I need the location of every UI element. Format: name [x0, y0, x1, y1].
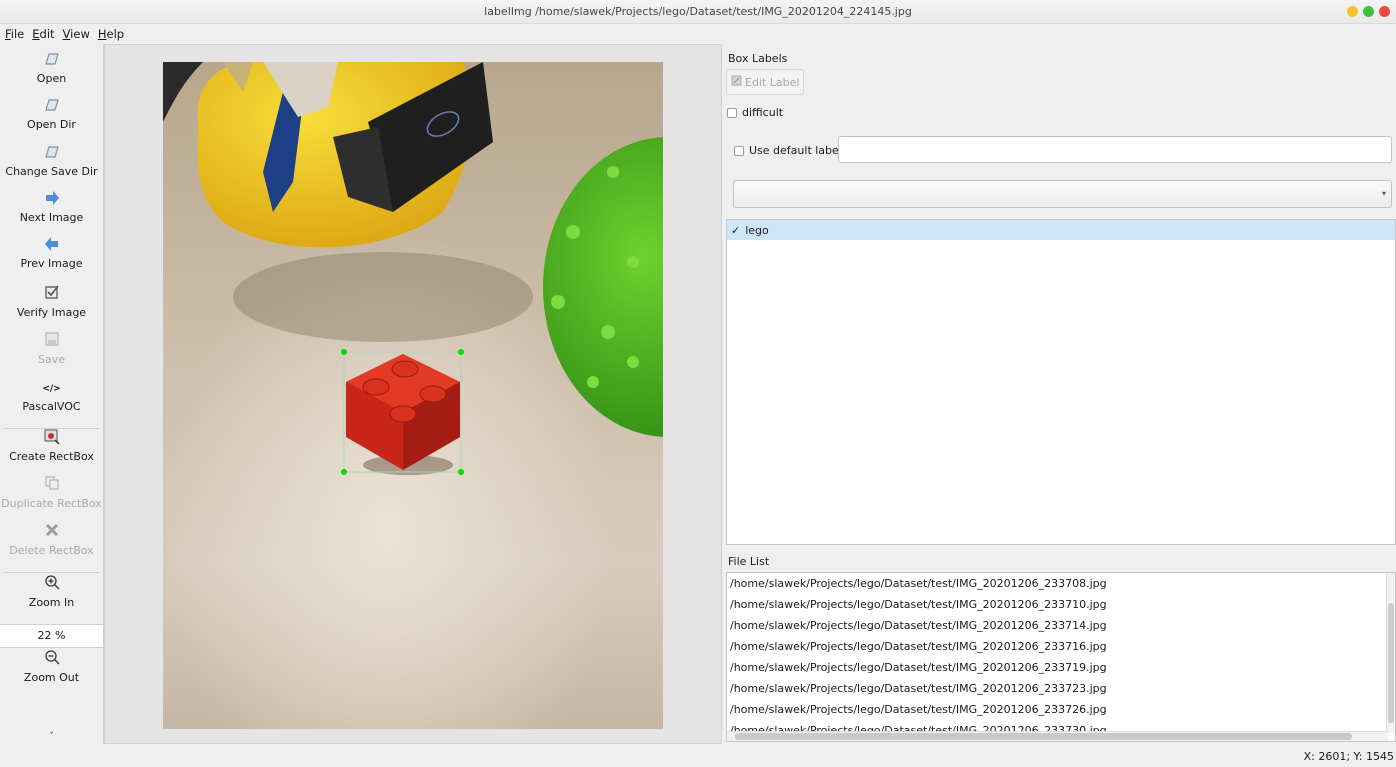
- window-controls: [1347, 6, 1390, 17]
- duplicate-rectbox-label: Duplicate RectBox: [1, 497, 102, 510]
- zoom-out-button[interactable]: Zoom Out: [0, 649, 103, 684]
- floppy-disk-icon: [0, 331, 103, 353]
- duplicate-rectbox-button[interactable]: Duplicate RectBox: [0, 475, 103, 510]
- create-rectbox-label: Create RectBox: [9, 450, 94, 463]
- arrow-right-icon: [0, 189, 103, 211]
- delete-rectbox-button[interactable]: Delete RectBox: [0, 522, 103, 557]
- minimize-button[interactable]: [1347, 6, 1358, 17]
- window-title: labelImg /home/slawek/Projects/lego/Data…: [484, 5, 912, 18]
- use-default-label-text: Use default label: [749, 144, 842, 157]
- save-button[interactable]: Save: [0, 331, 103, 366]
- menu-bar: File Edit View Help: [0, 24, 1396, 44]
- chevron-down-icon: ˇ: [49, 732, 54, 742]
- list-item[interactable]: /home/slawek/Projects/lego/Dataset/test/…: [727, 657, 1395, 678]
- arrow-left-icon: [0, 235, 103, 257]
- close-button[interactable]: [1379, 6, 1390, 17]
- toolbar-extension-button[interactable]: ˇ: [0, 732, 103, 742]
- image-canvas[interactable]: [104, 44, 722, 744]
- code-icon: </>: [42, 384, 61, 394]
- next-image-button[interactable]: Next Image: [0, 189, 103, 224]
- zoom-in-icon: [0, 574, 103, 596]
- checkbox-icon: [0, 284, 103, 306]
- use-default-label-checkbox[interactable]: [734, 145, 744, 156]
- cursor-coordinates: X: 2601; Y: 1545: [1303, 750, 1394, 763]
- default-label-input[interactable]: [838, 136, 1392, 163]
- zoom-out-icon: [0, 649, 103, 671]
- check-icon[interactable]: ✓: [731, 224, 740, 237]
- copy-icon: [0, 475, 103, 497]
- file-list-header: File List: [728, 555, 770, 568]
- format-toggle-button[interactable]: </> PascalVOC: [0, 378, 103, 413]
- list-item[interactable]: /home/slawek/Projects/lego/Dataset/test/…: [727, 594, 1395, 615]
- label-list[interactable]: ✓ lego: [726, 219, 1396, 545]
- open-folder-icon: [0, 96, 103, 118]
- difficult-checkbox-row[interactable]: difficult: [727, 106, 783, 119]
- zoom-in-label: Zoom In: [28, 596, 75, 609]
- open-dir-button[interactable]: Open Dir: [0, 96, 103, 131]
- open-label: Open: [36, 72, 67, 85]
- next-image-label: Next Image: [19, 211, 84, 224]
- scrollbar-thumb[interactable]: [1388, 603, 1394, 723]
- toolbar-separator: [4, 572, 100, 573]
- list-item[interactable]: /home/slawek/Projects/lego/Dataset/test/…: [727, 573, 1395, 594]
- bbox-handle[interactable]: [458, 469, 464, 475]
- tool-bar: Open Open Dir Change Save Dir Next Image…: [0, 44, 104, 744]
- rectbox-icon: [0, 428, 103, 450]
- zoom-in-button[interactable]: Zoom In: [0, 574, 103, 609]
- prev-image-label: Prev Image: [20, 257, 83, 270]
- edit-icon: [731, 75, 742, 89]
- box-labels-header: Box Labels: [728, 52, 788, 65]
- bbox-handle[interactable]: [458, 349, 464, 355]
- zoom-out-label: Zoom Out: [23, 671, 80, 684]
- format-label: PascalVOC: [22, 400, 81, 413]
- horizontal-scrollbar[interactable]: [727, 731, 1388, 741]
- vertical-scrollbar[interactable]: [1386, 573, 1395, 733]
- change-save-dir-button[interactable]: Change Save Dir: [0, 143, 103, 178]
- prev-image-button[interactable]: Prev Image: [0, 235, 103, 270]
- right-panel: Box Labels Edit Label difficult Use defa…: [722, 44, 1396, 744]
- list-item[interactable]: ✓ lego: [727, 220, 1395, 240]
- zoom-value-spinbox[interactable]: 22 %: [0, 624, 103, 648]
- menu-file[interactable]: File: [5, 27, 24, 41]
- title-bar: labelImg /home/slawek/Projects/lego/Data…: [0, 0, 1396, 24]
- bbox-handle[interactable]: [341, 469, 347, 475]
- scrollbar-thumb[interactable]: [735, 733, 1352, 740]
- list-item[interactable]: /home/slawek/Projects/lego/Dataset/test/…: [727, 699, 1395, 720]
- edit-label-button[interactable]: Edit Label: [726, 69, 804, 95]
- menu-edit[interactable]: Edit: [32, 27, 54, 41]
- menu-help[interactable]: Help: [98, 27, 124, 41]
- photo-image: [163, 62, 663, 729]
- image-view[interactable]: [163, 62, 663, 729]
- verify-image-button[interactable]: Verify Image: [0, 284, 103, 319]
- difficult-label: difficult: [742, 106, 784, 119]
- delete-icon: [0, 522, 103, 544]
- difficult-checkbox[interactable]: [727, 107, 737, 118]
- chevron-down-icon: ▾: [1381, 189, 1386, 198]
- status-bar: X: 2601; Y: 1545: [0, 744, 1396, 767]
- create-rectbox-button[interactable]: Create RectBox: [0, 428, 103, 463]
- save-label: Save: [37, 353, 65, 366]
- list-item[interactable]: /home/slawek/Projects/lego/Dataset/test/…: [727, 678, 1395, 699]
- open-folder-icon: [0, 50, 103, 72]
- delete-rectbox-label: Delete RectBox: [9, 544, 94, 557]
- file-list[interactable]: /home/slawek/Projects/lego/Dataset/test/…: [726, 572, 1396, 742]
- open-folder-icon: [0, 143, 103, 165]
- maximize-button[interactable]: [1363, 6, 1374, 17]
- label-combo-box[interactable]: ▾: [733, 180, 1392, 208]
- edit-label-text: Edit Label: [745, 75, 800, 89]
- verify-image-label: Verify Image: [16, 306, 87, 319]
- list-item[interactable]: /home/slawek/Projects/lego/Dataset/test/…: [727, 636, 1395, 657]
- use-default-label-row[interactable]: Use default label: [734, 144, 842, 157]
- open-button[interactable]: Open: [0, 50, 103, 85]
- change-save-dir-label: Change Save Dir: [5, 165, 98, 178]
- list-item[interactable]: /home/slawek/Projects/lego/Dataset/test/…: [727, 615, 1395, 636]
- menu-view[interactable]: View: [63, 27, 90, 41]
- label-name: lego: [745, 223, 769, 237]
- open-dir-label: Open Dir: [27, 118, 76, 131]
- bbox-handle[interactable]: [341, 349, 347, 355]
